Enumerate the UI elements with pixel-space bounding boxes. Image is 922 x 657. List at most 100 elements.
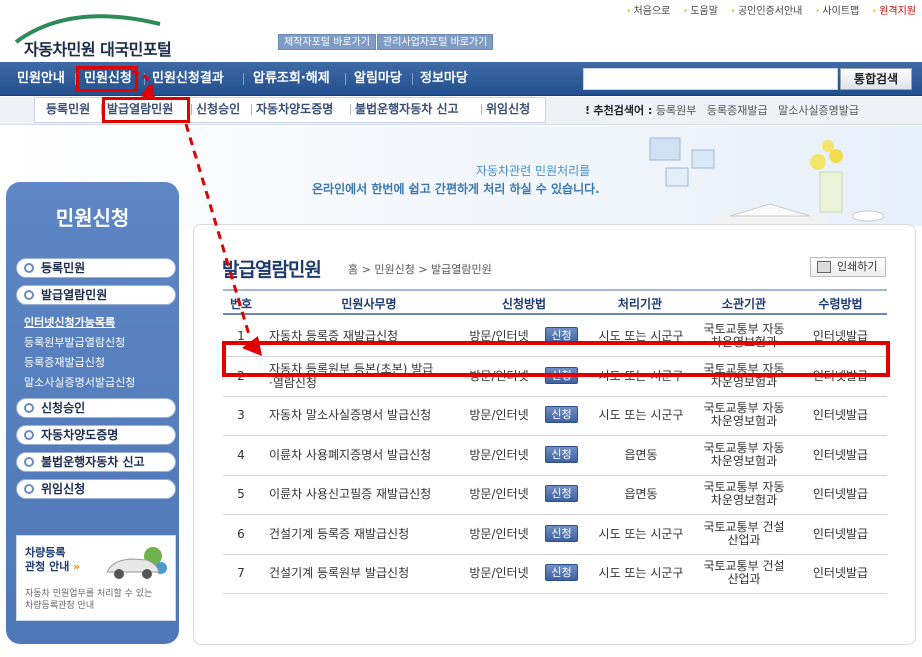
main-nav: 민원안내 민원신청 민원신청결과 압류조회·해제 알림마당 정보마당 통합검색	[0, 62, 922, 96]
row-name[interactable]: 이륜차 사용폐지증명서 발급신청	[269, 448, 469, 462]
apply-button[interactable]: 신청	[545, 485, 578, 502]
maker-portal-button[interactable]: 제작자포털 바로가기	[278, 34, 376, 50]
registry-office-banner[interactable]: 차량등록 관청 안내 » 자동차 민원업무를 처리할 수 있는 차량등록관청 안내	[16, 535, 176, 621]
row-highlight-box	[222, 341, 890, 377]
print-button[interactable]: 인쇄하기	[810, 257, 886, 277]
row-name[interactable]: 자동차 말소사실증명서 발급신청	[269, 409, 469, 422]
table-row: 3 자동차 말소사실증명서 발급신청 방문/인터넷 신청 시도 또는 시군구 국토교통부 …	[223, 396, 887, 436]
sidebar-sub-ledger[interactable]: 등록원부발급열람신청	[24, 334, 125, 350]
banner-title-line1: 차량등록	[25, 546, 66, 559]
manager-portal-button[interactable]: 관리사업자포털 바로가기	[377, 34, 494, 50]
row-owner-org-cont: 차운영보험과	[710, 493, 778, 507]
alert-icon: !	[585, 104, 591, 117]
apply-button[interactable]: 신청	[545, 406, 578, 423]
table-row: 5 이륜차 사용신고필증 재발급신청 방문/인터넷 신청 읍면동 국토교통부 자동 차운영보…	[223, 475, 887, 515]
util-cert-link[interactable]: · 공인인증서안내	[731, 6, 802, 17]
gnb-item-apply[interactable]: 민원신청	[84, 62, 132, 96]
col-header-no: 번호	[229, 297, 253, 311]
hero-illustration-icon	[649, 137, 885, 226]
apply-button[interactable]: 신청	[545, 445, 578, 463]
util-remote-link[interactable]: · 원격지원	[872, 6, 916, 17]
site-logo[interactable]: 자동차민원 대국민포털	[10, 6, 200, 59]
gnb-item-notice[interactable]: 알림마당	[354, 62, 402, 96]
row-receive: 인터넷발급	[812, 487, 869, 501]
row-name-cont[interactable]: ·열람신청	[269, 376, 469, 390]
row-receive: 인터넷발급	[812, 526, 869, 541]
top-bar: 자동차민원 대국민포털 제작자포털 바로가기 관리사업자포털 바로가기 · 처음으…	[0, 0, 922, 62]
breadcrumb-home[interactable]: 홈	[348, 263, 358, 276]
search-button[interactable]: 통합검색	[840, 68, 912, 90]
snb-item-approve[interactable]: 신청승인	[196, 100, 240, 117]
logo-text: 자동차민원 대국민포털	[24, 40, 172, 59]
row-receive: 인터넷발급	[812, 566, 869, 580]
sidebar-item-issue[interactable]: 발급열람민원	[16, 285, 176, 305]
col-header-recv: 수령방법	[818, 297, 863, 311]
gnb-item-result[interactable]: 민원신청결과	[152, 62, 224, 96]
breadcrumb: 홈 > 민원신청 > 발급열람민원	[348, 263, 492, 276]
sidebar-title: 민원신청	[55, 206, 130, 230]
bullet-icon	[24, 263, 34, 273]
recommend-item[interactable]: 등록원부	[656, 104, 696, 117]
col-header-method: 신청방법	[501, 297, 547, 311]
snb-item-illegal[interactable]: 불법운행자동차 신고	[355, 100, 459, 117]
sidebar-sub-cancel[interactable]: 말소사실증명서발급신청	[24, 374, 135, 390]
sidebar-item-illegal[interactable]: 불법운행자동차 신고	[16, 452, 176, 472]
row-number: 5	[237, 487, 245, 501]
util-sitemap-link[interactable]: · 사이트맵	[816, 6, 860, 17]
printer-icon	[817, 261, 831, 273]
breadcrumb-apply[interactable]: 민원신청	[374, 263, 414, 276]
table-row: 7 건설기계 등록원부 발급신청 방문/인터넷 신청 시도 또는 시군구 국토교통부 건설…	[223, 554, 887, 594]
sidebar: 민원신청 등록민원 발급열람민원 인터넷신청가능목록 등록원부발급열람신청 등록…	[6, 182, 179, 644]
search-input[interactable]	[583, 68, 838, 90]
recommend-item[interactable]: 등록증재발급	[707, 104, 768, 117]
row-method: 방문/인터넷	[469, 408, 529, 422]
bullet-icon	[24, 484, 34, 494]
content-panel: 발급열람민원 홈 > 민원신청 > 발급열람민원 인쇄하기 번호 민원사무명 신…	[193, 224, 916, 645]
row-proc-org: 시도 또는 시군구	[598, 526, 684, 541]
bullet-icon	[24, 403, 34, 413]
car-icon	[106, 547, 167, 579]
row-method: 방문/인터넷	[469, 526, 529, 541]
snb-highlight-box	[102, 97, 190, 123]
gnb-item-info[interactable]: 정보마당	[420, 62, 468, 96]
snb-item-register[interactable]: 등록민원	[46, 100, 90, 117]
utility-links: · 처음으로 · 도움말 · 공인인증서안내 · 사이트맵 · 원격지원	[617, 2, 916, 17]
banner-sub-line2: 차량등록관청 안내	[25, 601, 95, 611]
row-proc-org: 읍면동	[624, 447, 658, 462]
row-owner-org-cont: 산업과	[727, 532, 761, 547]
row-name[interactable]: 건설기계 등록원부 발급신청	[269, 567, 469, 580]
row-owner-org-cont: 차운영보험과	[710, 414, 778, 428]
gnb-item-guide[interactable]: 민원안내	[17, 62, 65, 96]
breadcrumb-current: 발급열람민원	[431, 263, 492, 276]
row-owner-org-cont: 산업과	[727, 572, 761, 586]
row-owner-org-cont: 차운영보험과	[710, 374, 778, 389]
row-proc-org: 시도 또는 시군구	[598, 566, 684, 580]
row-name[interactable]: 이륜차 사용신고필증 재발급신청	[269, 488, 469, 501]
util-home-link[interactable]: · 처음으로	[627, 6, 671, 17]
recommend-item[interactable]: 말소사실증명발급	[778, 104, 859, 117]
row-receive: 인터넷발급	[812, 447, 869, 462]
row-method: 방문/인터넷	[469, 487, 529, 501]
sidebar-sub-internet[interactable]: 인터넷신청가능목록	[24, 314, 115, 330]
row-owner-org: 국토교통부 건설	[703, 519, 785, 534]
apply-button[interactable]: 신청	[545, 524, 578, 542]
bullet-icon	[24, 430, 34, 440]
table-row: 4 이륜차 사용폐지증명서 발급신청 방문/인터넷 신청 읍면동 국토교통부 자동 차운영보…	[223, 436, 887, 476]
col-header-name: 민원사무명	[341, 297, 397, 311]
row-owner-org-cont: 차운영보험과	[710, 453, 778, 468]
sidebar-item-approve[interactable]: 신청승인	[16, 398, 176, 418]
table-header-rule	[223, 313, 887, 315]
sidebar-item-register[interactable]: 등록민원	[16, 258, 176, 278]
row-name[interactable]: 건설기계 등록증 재발급신청	[269, 527, 469, 541]
hero-line1: 자동차관련 민원처리를	[476, 164, 591, 178]
sidebar-item-delegate[interactable]: 위임신청	[16, 479, 176, 499]
table-top-rule	[223, 289, 887, 291]
sidebar-sub-cert[interactable]: 등록증재발급신청	[24, 354, 105, 370]
sidebar-item-transfer[interactable]: 자동차양도증명	[16, 425, 176, 445]
row-number: 3	[237, 408, 245, 422]
gnb-item-seizure[interactable]: 압류조회·해제	[253, 62, 330, 96]
apply-button[interactable]: 신청	[545, 564, 578, 581]
util-help-link[interactable]: · 도움말	[684, 6, 718, 17]
snb-item-transfer[interactable]: 자동차양도증명	[256, 100, 333, 117]
snb-item-delegate[interactable]: 위임신청	[486, 100, 530, 117]
